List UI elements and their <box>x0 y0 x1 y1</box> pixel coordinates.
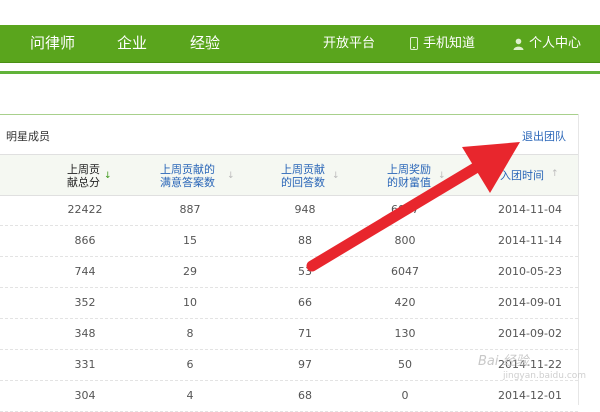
watermark-logo: Bai 经验 <box>478 354 529 369</box>
watermark-url: jingyan.baidu.com <box>503 371 587 381</box>
red-annotation-arrow <box>306 142 520 272</box>
